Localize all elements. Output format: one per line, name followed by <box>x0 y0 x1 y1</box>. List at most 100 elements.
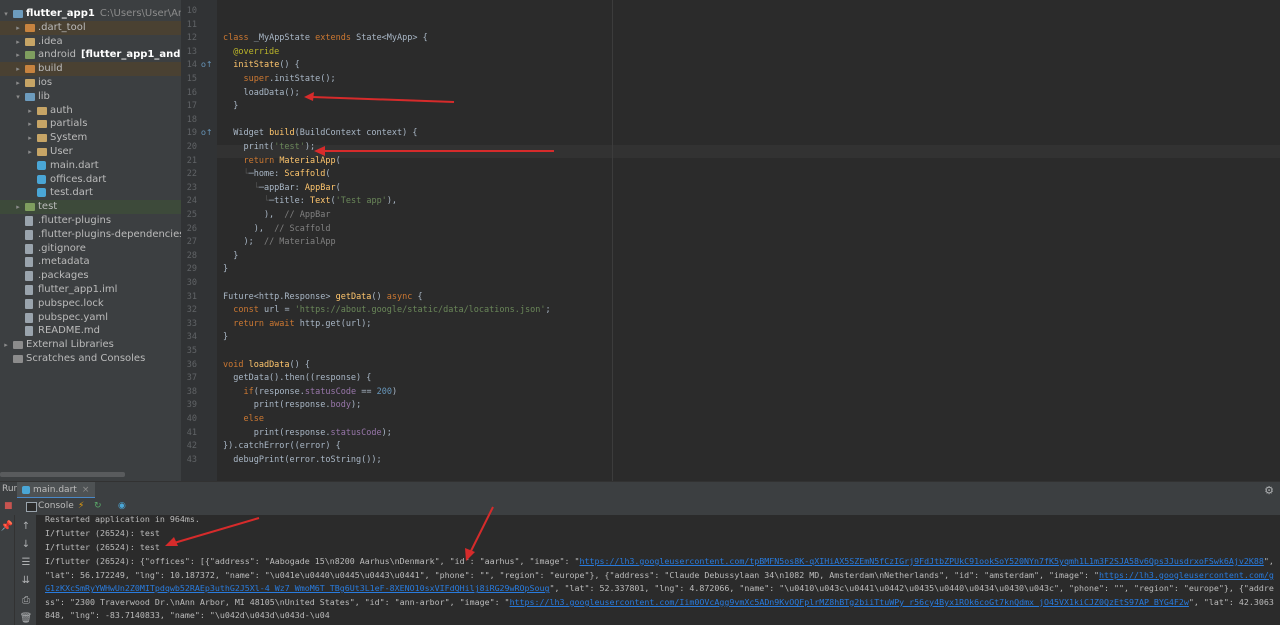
chevron-right-icon[interactable]: ▸ <box>14 62 22 76</box>
code-line: getData().then((response) { <box>223 372 371 386</box>
tree-item[interactable]: ▸ partials <box>0 117 181 131</box>
file-icon <box>25 216 33 226</box>
code-line: super.initState(); <box>223 73 336 87</box>
line-number: 23 <box>186 182 197 193</box>
down-arrow-icon[interactable]: ↓ <box>15 539 37 550</box>
up-arrow-icon[interactable]: ↑ <box>15 521 37 532</box>
tree-item[interactable]: ▸ External Libraries <box>0 338 181 352</box>
code-token: loadData(); <box>223 87 300 98</box>
tree-item[interactable]: ▸ User <box>0 145 181 159</box>
tree-item-label: Scratches and Consoles <box>26 353 146 364</box>
file-icon <box>25 229 33 240</box>
code-token: print( <box>223 142 275 152</box>
line-number: 26 <box>186 223 197 234</box>
chevron-down-icon[interactable]: ▾ <box>14 90 22 104</box>
tree-item[interactable]: ▾ flutter_app1 C:\Users\User\AndroidStudio <box>0 7 181 21</box>
chevron-right-icon[interactable]: ▸ <box>14 76 22 90</box>
code-token: (BuildContext context) { <box>294 128 418 139</box>
code-line: ), // Scaffold <box>223 223 331 237</box>
chevron-right-icon[interactable]: ▸ <box>14 200 22 214</box>
code-line: class _MyAppState extends State<MyApp> { <box>223 32 428 46</box>
tree-item-label: test <box>38 201 58 213</box>
line-number: 30 <box>186 278 197 288</box>
chevron-right-icon[interactable]: ▸ <box>26 131 34 145</box>
tree-item[interactable]: ▸ build <box>0 62 181 77</box>
tree-item[interactable]: ▸ ios <box>0 76 181 90</box>
chevron-right-icon[interactable]: ▸ <box>14 35 22 49</box>
flutter-inspector-icon[interactable]: ◉ <box>118 501 126 512</box>
hot-restart-icon[interactable]: ↻ <box>94 501 102 512</box>
tree-item[interactable]: ▸ System <box>0 131 181 145</box>
tree-item[interactable]: .flutter-plugins-dependencies <box>0 228 181 242</box>
tree-item[interactable]: README.md <box>0 324 181 338</box>
chevron-right-icon[interactable]: ▸ <box>14 21 22 35</box>
tree-item[interactable]: .gitignore <box>0 242 181 256</box>
code-token: ─title: <box>269 196 311 207</box>
file-icon <box>25 257 33 268</box>
run-tab-main-dart[interactable]: main.dart × <box>17 482 96 499</box>
tree-item[interactable]: offices.dart <box>0 173 181 187</box>
folder-icon <box>25 23 35 32</box>
code-token: initState <box>233 60 280 71</box>
folder-icon <box>25 92 35 101</box>
print-icon[interactable]: ⎙ <box>15 595 37 606</box>
tree-item[interactable]: ▸ android [flutter_app1_android] <box>0 48 181 62</box>
tree-item[interactable]: main.dart <box>0 159 181 173</box>
tree-item[interactable]: Scratches and Consoles <box>0 352 181 366</box>
console-tab[interactable]: Console <box>24 501 74 512</box>
scroll-to-end-icon[interactable]: ⇊ <box>15 575 37 586</box>
tree-item[interactable]: ▸ .dart_tool <box>0 20 181 35</box>
chevron-down-icon[interactable]: ▾ <box>2 7 10 21</box>
tree-item-label: main.dart <box>50 159 99 171</box>
soft-wrap-icon[interactable]: ☰ <box>15 557 37 568</box>
annotation-arrow-print <box>314 146 554 156</box>
chevron-right-icon[interactable]: ▸ <box>26 104 34 118</box>
chevron-right-icon[interactable]: ▸ <box>14 48 22 62</box>
horizontal-scrollbar[interactable] <box>0 472 125 477</box>
tree-item[interactable]: ▸ .idea <box>0 35 181 49</box>
code-line: @override <box>223 46 279 60</box>
code-token: print(response. <box>223 427 331 438</box>
trash-icon[interactable]: 🗑 <box>15 613 37 624</box>
console-link[interactable]: https://lh3.googleusercontent.com/tpBMFN… <box>579 556 1263 566</box>
gear-icon[interactable]: ⚙ <box>1264 484 1274 497</box>
console-link[interactable]: https://lh3.googleusercontent.com/Iim0OV… <box>510 597 1189 607</box>
chevron-right-icon[interactable]: ▸ <box>26 117 34 131</box>
close-icon[interactable]: × <box>82 485 90 495</box>
code-token: } <box>223 101 239 112</box>
code-line: └─home: Scaffold( <box>223 168 330 182</box>
tree-item[interactable]: pubspec.yaml <box>0 311 181 325</box>
code-token: () { <box>289 359 311 370</box>
console-actions: ↑ ↓ ☰ ⇊ ⎙ 🗑 <box>14 515 36 625</box>
line-number: 29 <box>186 264 197 275</box>
tree-item[interactable]: ▾ lib <box>0 90 181 104</box>
line-number: 24 <box>186 196 197 207</box>
tree-item[interactable]: pubspec.lock <box>0 297 181 311</box>
code-editor[interactable]: class _MyAppState extends State<MyApp> {… <box>217 0 1280 481</box>
code-line: }).catchError((error) { <box>223 440 341 454</box>
tree-item-label: User <box>50 146 73 157</box>
tree-item[interactable]: .packages <box>0 269 181 283</box>
override-marker-icon[interactable]: o↑ <box>201 128 213 137</box>
tree-item[interactable]: flutter_app1.iml <box>0 283 181 297</box>
hot-reload-icon[interactable]: ⚡ <box>78 501 84 512</box>
file-icon <box>25 243 33 254</box>
stop-icon[interactable]: ■ <box>4 501 13 512</box>
code-token: async <box>386 291 418 302</box>
project-tree[interactable]: ▾ flutter_app1 C:\Users\User\AndroidStudio… <box>0 0 181 481</box>
override-marker-icon[interactable]: o↑ <box>201 60 213 69</box>
tree-item[interactable]: test.dart <box>0 186 181 200</box>
chevron-right-icon[interactable]: ▸ <box>26 145 34 159</box>
tree-item[interactable]: .metadata <box>0 255 181 269</box>
run-side-strip: 📌 <box>0 515 14 625</box>
code-line: print(response.statusCode); <box>223 427 392 441</box>
line-number: 14 <box>186 60 197 71</box>
run-tab-label: main.dart <box>33 485 77 495</box>
chevron-right-icon[interactable]: ▸ <box>2 338 10 352</box>
code-line: debugPrint(error.toString()); <box>223 454 381 468</box>
tree-item[interactable]: ▸ test <box>0 200 181 215</box>
tree-item[interactable]: .flutter-plugins <box>0 214 181 228</box>
pin-icon[interactable]: 📌 <box>0 521 14 532</box>
tree-item[interactable]: ▸ auth <box>0 104 181 118</box>
code-token: .initState(); <box>269 74 336 84</box>
